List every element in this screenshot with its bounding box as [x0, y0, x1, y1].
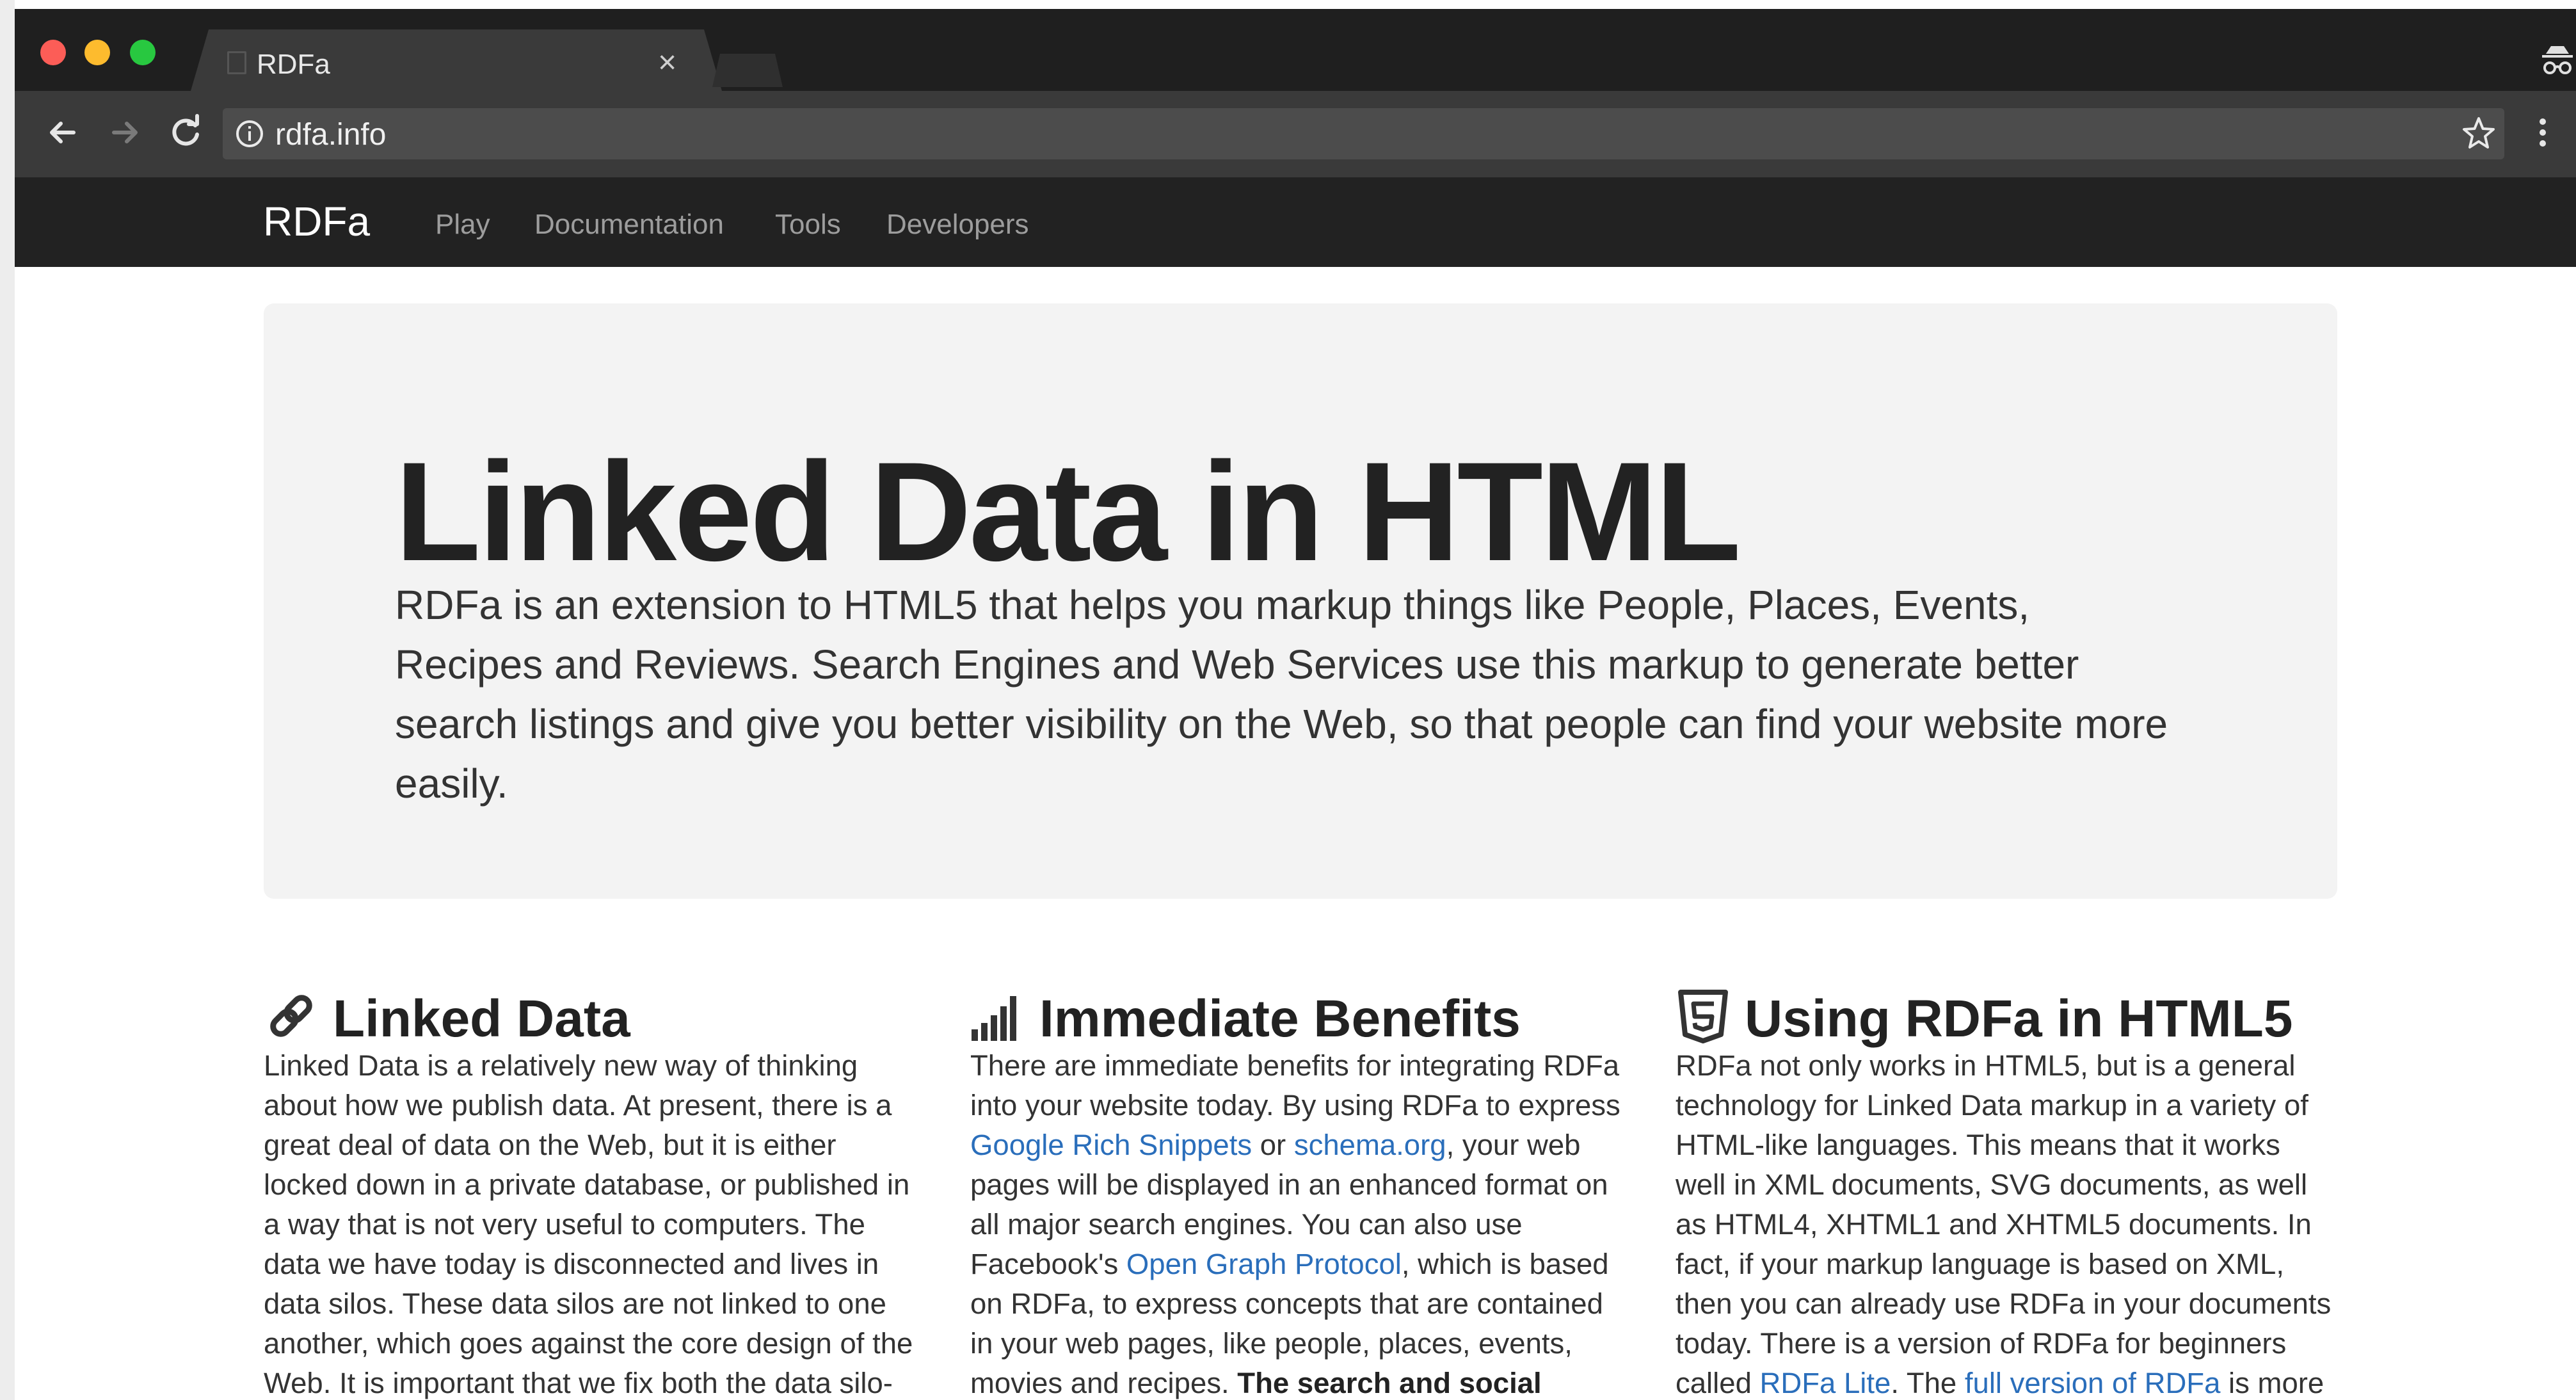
immediate-benefits-heading: Immediate Benefits: [1039, 990, 1521, 1048]
column-immediate-benefits: Immediate Benefits There are immediate b…: [970, 976, 1629, 1400]
new-tab-button[interactable]: [712, 54, 783, 87]
html5-icon: [1678, 990, 1728, 1043]
info-icon[interactable]: [234, 118, 265, 149]
page-favicon-icon: [227, 51, 246, 74]
linked-data-heading: Linked Data: [333, 990, 630, 1048]
column-linked-data: Linked Data Linked Data is a relatively …: [264, 976, 923, 1400]
bookmark-star-icon[interactable]: [2460, 115, 2498, 153]
back-arrow-icon[interactable]: [40, 110, 85, 155]
signal-bars-icon: [972, 996, 1016, 1041]
nav-tools[interactable]: Tools: [775, 209, 841, 241]
brand-link[interactable]: RDFa: [263, 198, 370, 245]
browser-toolbar: rdfa.info: [15, 91, 2576, 177]
schema-org-link[interactable]: schema.org: [1294, 1129, 1446, 1161]
linked-data-text: Linked Data is a relatively new way of t…: [264, 1049, 913, 1399]
rdfa-lite-link[interactable]: RDFa Lite: [1760, 1367, 1891, 1399]
screen: RDFa × rdfa.info RDFa Play Documentation…: [0, 0, 2576, 1400]
hero-lead: RDFa is an extension to HTML5 that helps…: [395, 582, 2168, 807]
title-bar: RDFa ×: [15, 9, 2576, 91]
forward-arrow-icon[interactable]: [102, 110, 147, 155]
nav-documentation[interactable]: Documentation: [534, 209, 724, 241]
full-version-rdfa-link[interactable]: full version of RDFa: [1965, 1367, 2221, 1399]
tab-title: RDFa: [257, 49, 330, 80]
column-using-rdfa-html5: Using RDFa in HTML5 RDFa not only works …: [1676, 976, 2335, 1400]
reload-icon[interactable]: [163, 110, 208, 155]
google-rich-snippets-link[interactable]: Google Rich Snippets: [970, 1129, 1252, 1161]
nav-play[interactable]: Play: [435, 209, 490, 241]
hero-jumbotron: Linked Data in HTML RDFa is an extension…: [264, 303, 2337, 899]
using-rdfa-html5-heading: Using RDFa in HTML5: [1745, 990, 2293, 1048]
incognito-icon[interactable]: [2540, 42, 2575, 78]
site-navbar: RDFa Play Documentation Tools Developers: [15, 177, 2576, 267]
more-menu-icon[interactable]: [2533, 110, 2552, 155]
link-icon: [270, 995, 312, 1037]
immediate-benefits-text: There are immediate benefits for integra…: [970, 1049, 1620, 1399]
browser-window: RDFa × rdfa.info RDFa Play Documentation…: [15, 9, 2576, 1400]
zoom-window-button[interactable]: [130, 40, 156, 65]
address-bar[interactable]: rdfa.info: [223, 108, 2504, 159]
tab-close-icon[interactable]: ×: [658, 46, 676, 78]
minimize-window-button[interactable]: [84, 40, 110, 65]
hero-title: Linked Data in HTML: [395, 433, 1741, 590]
close-window-button[interactable]: [40, 40, 66, 65]
open-graph-protocol-link[interactable]: Open Graph Protocol: [1126, 1248, 1402, 1280]
url-text[interactable]: rdfa.info: [275, 117, 386, 152]
using-rdfa-html5-text: RDFa not only works in HTML5, but is a g…: [1676, 1049, 2332, 1399]
nav-developers[interactable]: Developers: [886, 209, 1029, 241]
desktop-edge: [0, 0, 15, 1400]
